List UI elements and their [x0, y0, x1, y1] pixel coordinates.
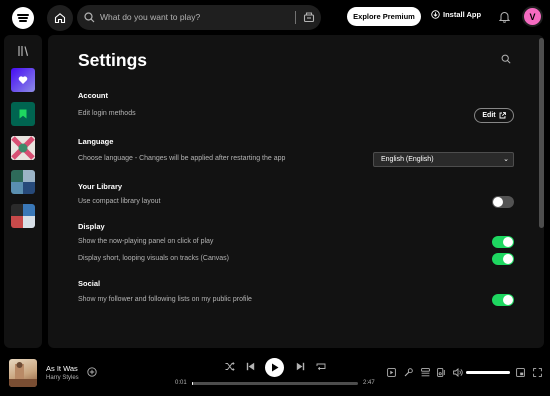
explore-premium-button[interactable]: Explore Premium [347, 7, 421, 26]
page-title: Settings [78, 50, 148, 70]
notifications-bell-icon[interactable] [499, 11, 510, 23]
install-app-button[interactable]: Install App [431, 10, 481, 19]
connect-device-icon[interactable] [437, 368, 446, 377]
settings-scrollbar[interactable] [539, 38, 544, 228]
lyrics-icon[interactable] [404, 368, 413, 377]
track-artist[interactable]: Harry Styles [46, 375, 79, 381]
edit-login-methods-text: Edit login methods [78, 110, 136, 117]
playlist-cover-grid [11, 170, 35, 194]
spotify-logo-icon[interactable] [12, 7, 34, 29]
library-icon[interactable] [17, 45, 29, 57]
search-icon [84, 12, 95, 23]
add-to-library-icon[interactable] [87, 367, 97, 377]
compact-library-text: Use compact library layout [78, 198, 161, 205]
download-icon [431, 10, 440, 19]
follower-lists-toggle[interactable] [492, 294, 514, 306]
edit-login-button[interactable]: Edit [474, 108, 514, 123]
chevron-down-icon: ⌄ [503, 156, 509, 163]
repeat-icon[interactable] [316, 362, 326, 371]
search-divider [295, 11, 296, 24]
library-heading: Your Library [78, 182, 123, 191]
search-settings-icon[interactable] [501, 54, 511, 64]
language-heading: Language [78, 137, 114, 146]
now-playing-panel-text: Show the now-playing panel on click of p… [78, 238, 214, 245]
external-link-icon [499, 112, 506, 119]
compact-library-toggle[interactable] [492, 196, 514, 208]
account-heading: Account [78, 91, 108, 100]
browse-icon[interactable] [303, 11, 315, 23]
settings-panel: Settings Account Edit login methods Edit… [48, 35, 544, 348]
track-duration: 2:47 [363, 380, 375, 386]
playlist-cover-pattern [11, 136, 35, 160]
playlist-thumb-1[interactable] [11, 136, 35, 160]
album-cover-image [9, 362, 37, 387]
canvas-visuals-text: Display short, looping visuals on tracks… [78, 255, 229, 262]
search-input[interactable]: What do you want to play? [100, 12, 200, 22]
playback-progress-bar[interactable] [192, 382, 358, 385]
album-art[interactable] [9, 359, 37, 387]
liked-songs-thumb[interactable] [11, 68, 35, 92]
queue-icon[interactable] [421, 368, 430, 377]
search-bar[interactable]: What do you want to play? [77, 5, 321, 30]
library-sidebar [4, 35, 42, 348]
playlist-cover-mosaic [11, 204, 35, 228]
next-track-icon[interactable] [296, 362, 305, 371]
language-description: Choose language - Changes will be applie… [78, 155, 286, 162]
follower-lists-text: Show my follower and following lists on … [78, 296, 252, 303]
volume-icon[interactable] [453, 368, 463, 377]
play-icon [271, 363, 278, 372]
playback-progress-fill [192, 382, 193, 385]
playlist-thumb-3[interactable] [11, 204, 35, 228]
canvas-visuals-toggle[interactable] [492, 253, 514, 265]
display-heading: Display [78, 222, 105, 231]
volume-slider[interactable] [466, 371, 510, 374]
playlist-thumb-2[interactable] [11, 170, 35, 194]
user-avatar[interactable]: V [522, 6, 543, 27]
social-heading: Social [78, 279, 101, 288]
volume-slider-fill [466, 371, 510, 374]
home-button[interactable] [47, 5, 73, 31]
install-app-label: Install App [443, 10, 482, 19]
language-selected-value: English (English) [381, 156, 434, 163]
saved-episodes-thumb[interactable] [11, 102, 35, 126]
elapsed-time: 0:01 [175, 380, 187, 386]
now-playing-panel-toggle[interactable] [492, 236, 514, 248]
language-select[interactable]: English (English) ⌄ [373, 152, 514, 167]
heart-icon [18, 76, 28, 84]
fullscreen-icon[interactable] [533, 368, 542, 377]
bookmark-icon [19, 109, 27, 119]
previous-track-icon[interactable] [246, 362, 255, 371]
now-playing-view-icon[interactable] [387, 368, 396, 377]
edit-label: Edit [482, 112, 496, 119]
play-button[interactable] [265, 358, 284, 377]
mini-player-icon[interactable] [516, 368, 525, 377]
home-icon [54, 13, 66, 24]
track-title[interactable]: As It Was [46, 364, 78, 373]
shuffle-icon[interactable] [225, 362, 235, 371]
